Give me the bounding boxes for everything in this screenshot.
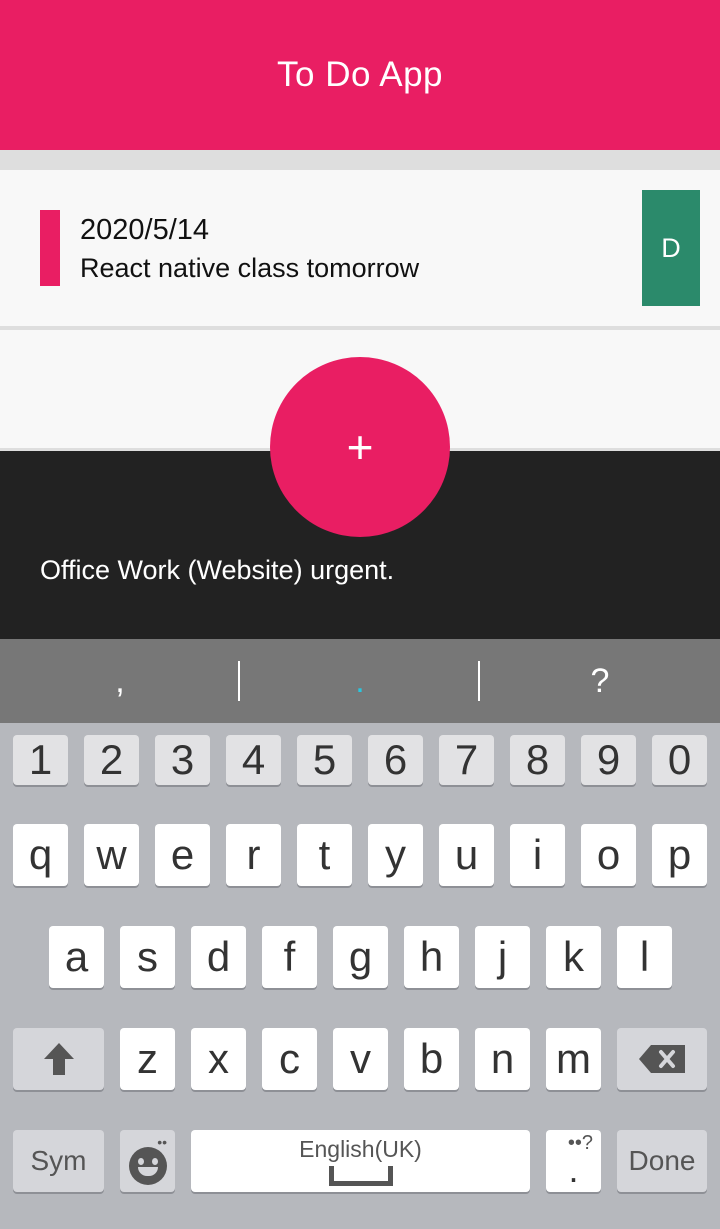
shift-arrow-icon: [43, 1043, 74, 1075]
suggestion-comma[interactable]: ,: [0, 639, 240, 723]
key-1[interactable]: 1: [13, 735, 68, 785]
emoji-mouth: [137, 1167, 158, 1176]
key-t[interactable]: t: [297, 824, 352, 886]
key-x[interactable]: x: [191, 1028, 246, 1090]
key-d[interactable]: d: [191, 926, 246, 988]
todo-date: 2020/5/14: [80, 214, 210, 246]
key-u[interactable]: u: [439, 824, 494, 886]
period-key[interactable]: ••? .: [546, 1130, 601, 1192]
key-r[interactable]: r: [226, 824, 281, 886]
key-j[interactable]: j: [475, 926, 530, 988]
period-label: .: [568, 1149, 579, 1190]
key-w[interactable]: w: [84, 824, 139, 886]
todo-input-field[interactable]: Office Work (Website) urgent.: [40, 555, 394, 586]
key-e[interactable]: e: [155, 824, 210, 886]
key-h[interactable]: h: [404, 926, 459, 988]
backspace-icon: [639, 1045, 685, 1073]
done-key[interactable]: Done: [617, 1130, 707, 1192]
space-key-label: English(UK): [299, 1136, 422, 1162]
key-z[interactable]: z: [120, 1028, 175, 1090]
soft-keyboard: 1 2 3 4 5 6 7 8 9 0 q w e r t y u i o p …: [0, 723, 720, 1229]
key-k[interactable]: k: [546, 926, 601, 988]
delete-button[interactable]: D: [642, 190, 700, 306]
space-key[interactable]: English(UK): [191, 1130, 530, 1192]
key-y[interactable]: y: [368, 824, 423, 886]
todo-item[interactable]: 2020/5/14 React native class tomorrow D: [0, 170, 720, 326]
key-p[interactable]: p: [652, 824, 707, 886]
app-header: To Do App: [0, 0, 720, 150]
key-b[interactable]: b: [404, 1028, 459, 1090]
priority-marker: [40, 210, 60, 286]
key-v[interactable]: v: [333, 1028, 388, 1090]
key-q[interactable]: q: [13, 824, 68, 886]
sym-key[interactable]: Sym: [13, 1130, 104, 1192]
key-7[interactable]: 7: [439, 735, 494, 785]
key-2[interactable]: 2: [84, 735, 139, 785]
key-6[interactable]: 6: [368, 735, 423, 785]
key-m[interactable]: m: [546, 1028, 601, 1090]
suggestion-period[interactable]: .: [240, 639, 480, 723]
key-o[interactable]: o: [581, 824, 636, 886]
key-9[interactable]: 9: [581, 735, 636, 785]
todo-text: React native class tomorrow: [80, 253, 420, 283]
add-todo-button[interactable]: +: [270, 357, 450, 537]
emoji-eye: [137, 1158, 144, 1165]
key-c[interactable]: c: [262, 1028, 317, 1090]
key-4[interactable]: 4: [226, 735, 281, 785]
key-l[interactable]: l: [617, 926, 672, 988]
emoji-key[interactable]: ••: [120, 1130, 175, 1192]
key-3[interactable]: 3: [155, 735, 210, 785]
space-bar-icon: [328, 1166, 393, 1186]
key-8[interactable]: 8: [510, 735, 565, 785]
punctuation-hint: ••?: [567, 1132, 593, 1154]
suggestion-question[interactable]: ?: [480, 639, 720, 723]
key-s[interactable]: s: [120, 926, 175, 988]
key-n[interactable]: n: [475, 1028, 530, 1090]
keyboard-suggestion-bar: , . ?: [0, 639, 720, 723]
backspace-key[interactable]: [617, 1028, 707, 1090]
emoji-icon: [128, 1147, 167, 1185]
emoji-eye: [151, 1158, 158, 1165]
key-5[interactable]: 5: [297, 735, 352, 785]
shift-key[interactable]: [13, 1028, 104, 1090]
key-0[interactable]: 0: [652, 735, 707, 785]
key-i[interactable]: i: [510, 824, 565, 886]
key-g[interactable]: g: [333, 926, 388, 988]
mic-hint-icon: ••: [157, 1134, 167, 1150]
key-f[interactable]: f: [262, 926, 317, 988]
app-title: To Do App: [277, 55, 443, 94]
key-a[interactable]: a: [49, 926, 104, 988]
